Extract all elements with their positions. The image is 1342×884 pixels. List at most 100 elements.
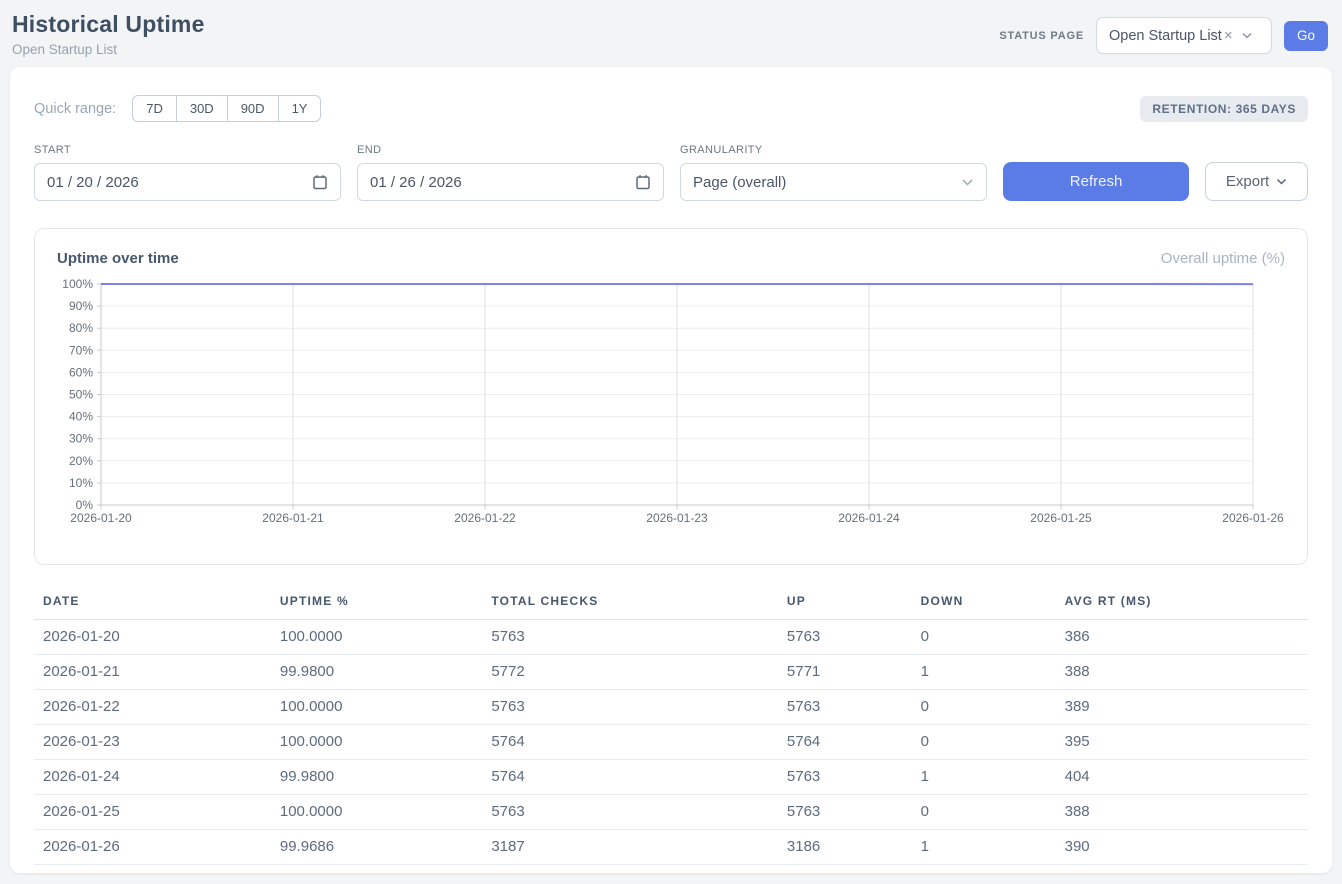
- svg-text:2026-01-20: 2026-01-20: [70, 511, 132, 525]
- page-title: Historical Uptime: [12, 11, 205, 38]
- column-header: DOWN: [921, 588, 1065, 620]
- table-row: 2026-01-2699.9686318731861390: [34, 830, 1308, 865]
- table-cell: 390: [1065, 830, 1308, 865]
- svg-text:30%: 30%: [69, 432, 93, 446]
- quick-range-row: Quick range: 7D30D90D1Y RETENTION: 365 D…: [34, 95, 1308, 122]
- svg-text:80%: 80%: [69, 321, 93, 335]
- table-cell: 100.0000: [280, 725, 491, 760]
- table-cell: 3186: [787, 830, 921, 865]
- table-cell: 1: [921, 760, 1065, 795]
- table-cell: 2026-01-23: [34, 725, 280, 760]
- granularity-select[interactable]: Page (overall): [680, 163, 987, 201]
- end-field-group: END 01 / 26 / 2026: [357, 144, 664, 201]
- quick-range-label: Quick range:: [34, 101, 116, 117]
- end-date-input[interactable]: 01 / 26 / 2026: [357, 163, 664, 201]
- start-field-group: START 01 / 20 / 2026: [34, 144, 341, 201]
- table-cell: 0: [921, 690, 1065, 725]
- table-cell: 0: [921, 795, 1065, 830]
- clear-icon[interactable]: ×: [1224, 28, 1233, 43]
- table-cell: 5763: [787, 620, 921, 655]
- chart-card: Uptime over time Overall uptime (%) 0% 10…: [34, 228, 1308, 565]
- calendar-icon[interactable]: [635, 174, 651, 190]
- column-header: TOTAL CHECKS: [491, 588, 787, 620]
- table-cell: 2026-01-22: [34, 690, 280, 725]
- table-cell: 2026-01-25: [34, 795, 280, 830]
- table-cell: 5764: [491, 725, 787, 760]
- column-header: UPTIME %: [280, 588, 491, 620]
- svg-text:2026-01-23: 2026-01-23: [646, 511, 708, 525]
- svg-text:2026-01-22: 2026-01-22: [454, 511, 516, 525]
- table-cell: 5763: [787, 795, 921, 830]
- svg-text:50%: 50%: [69, 388, 93, 402]
- column-header: UP: [787, 588, 921, 620]
- granularity-label: GRANULARITY: [680, 144, 987, 156]
- column-header: AVG RT (MS): [1065, 588, 1308, 620]
- table-cell: 395: [1065, 725, 1308, 760]
- quick-range-button-1y[interactable]: 1Y: [278, 95, 322, 122]
- status-page-select-value: Open Startup List: [1109, 28, 1222, 44]
- svg-text:2026-01-25: 2026-01-25: [1030, 511, 1092, 525]
- chart-area: 0%10%20%30%40%50%60%70%80%90%100%2026-01…: [57, 276, 1285, 533]
- start-date-input[interactable]: 01 / 20 / 2026: [34, 163, 341, 201]
- controls-row: START 01 / 20 / 2026 END 01 / 26 / 2026 …: [34, 144, 1308, 201]
- table-cell: 99.9800: [280, 760, 491, 795]
- svg-text:2026-01-24: 2026-01-24: [838, 511, 900, 525]
- table-cell: 0: [921, 725, 1065, 760]
- svg-text:10%: 10%: [69, 476, 93, 490]
- table-body: 2026-01-20100.00005763576303862026-01-21…: [34, 620, 1308, 865]
- table-cell: 1: [921, 655, 1065, 690]
- table-cell: 1: [921, 830, 1065, 865]
- table-row: 2026-01-2199.9800577257711388: [34, 655, 1308, 690]
- table-row: 2026-01-23100.0000576457640395: [34, 725, 1308, 760]
- table-cell: 2026-01-20: [34, 620, 280, 655]
- svg-text:60%: 60%: [69, 365, 93, 379]
- table-cell: 5764: [491, 760, 787, 795]
- table-cell: 100.0000: [280, 795, 491, 830]
- table-header-row: DATEUPTIME %TOTAL CHECKSUPDOWNAVG RT (MS…: [34, 588, 1308, 620]
- quick-range-group: 7D30D90D1Y: [132, 95, 321, 122]
- granularity-field-group: GRANULARITY Page (overall): [680, 144, 987, 201]
- svg-text:2026-01-26: 2026-01-26: [1222, 511, 1284, 525]
- quick-range-left: Quick range: 7D30D90D1Y: [34, 95, 321, 122]
- svg-text:20%: 20%: [69, 454, 93, 468]
- table-cell: 99.9686: [280, 830, 491, 865]
- table-cell: 5763: [491, 795, 787, 830]
- calendar-icon[interactable]: [312, 174, 328, 190]
- table-cell: 5763: [787, 690, 921, 725]
- end-date-value: 01 / 26 / 2026: [370, 174, 635, 191]
- quick-range-button-7d[interactable]: 7D: [132, 95, 177, 122]
- quick-range-button-30d[interactable]: 30D: [176, 95, 228, 122]
- page-header: Historical Uptime Open Startup List STAT…: [0, 0, 1342, 65]
- table-cell: 5771: [787, 655, 921, 690]
- table-cell: 386: [1065, 620, 1308, 655]
- table-cell: 100.0000: [280, 620, 491, 655]
- refresh-button[interactable]: Refresh: [1003, 162, 1189, 201]
- table-cell: 2026-01-21: [34, 655, 280, 690]
- status-page-select[interactable]: Open Startup List ×: [1096, 17, 1272, 54]
- table-cell: 5772: [491, 655, 787, 690]
- svg-text:100%: 100%: [62, 277, 93, 291]
- status-page-label: STATUS PAGE: [999, 30, 1084, 42]
- end-label: END: [357, 144, 664, 156]
- table-cell: 5763: [787, 760, 921, 795]
- go-button[interactable]: Go: [1284, 21, 1328, 51]
- table-cell: 3187: [491, 830, 787, 865]
- table-cell: 2026-01-24: [34, 760, 280, 795]
- svg-text:70%: 70%: [69, 343, 93, 357]
- table-cell: 5764: [787, 725, 921, 760]
- table-row: 2026-01-22100.0000576357630389: [34, 690, 1308, 725]
- chart-header: Uptime over time Overall uptime (%): [57, 250, 1285, 267]
- quick-range-button-90d[interactable]: 90D: [227, 95, 279, 122]
- svg-text:2026-01-21: 2026-01-21: [262, 511, 324, 525]
- table-cell: 99.9800: [280, 655, 491, 690]
- table-cell: 404: [1065, 760, 1308, 795]
- svg-text:40%: 40%: [69, 410, 93, 424]
- uptime-table: DATEUPTIME %TOTAL CHECKSUPDOWNAVG RT (MS…: [34, 588, 1308, 865]
- chart-title: Uptime over time: [57, 250, 179, 267]
- main-panel: Quick range: 7D30D90D1Y RETENTION: 365 D…: [10, 67, 1332, 873]
- export-button[interactable]: Export: [1205, 162, 1308, 201]
- uptime-chart: 0%10%20%30%40%50%60%70%80%90%100%2026-01…: [57, 276, 1287, 528]
- svg-text:0%: 0%: [76, 498, 94, 512]
- page-subtitle: Open Startup List: [12, 42, 205, 57]
- table-cell: 389: [1065, 690, 1308, 725]
